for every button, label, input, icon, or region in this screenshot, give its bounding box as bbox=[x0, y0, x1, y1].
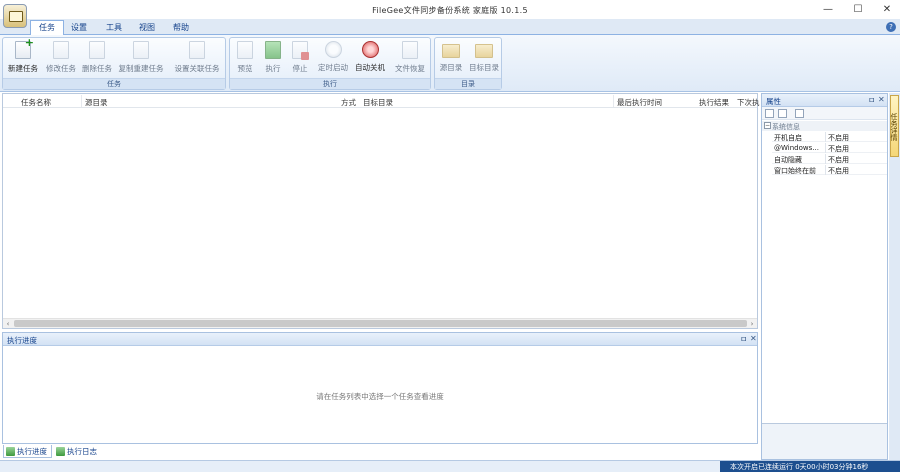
source-dir-button[interactable]: 源目录 bbox=[437, 41, 465, 79]
column-divider[interactable] bbox=[613, 95, 614, 107]
power-icon bbox=[361, 41, 379, 58]
property-row[interactable]: 开机自启 不启用 bbox=[772, 132, 887, 142]
stop-button[interactable]: 停止 bbox=[287, 41, 313, 79]
column-source-dir[interactable]: 源目录 bbox=[85, 97, 108, 108]
minimize-button[interactable]: — bbox=[815, 2, 841, 18]
tab-view[interactable]: 视图 bbox=[131, 21, 163, 35]
scroll-left-icon[interactable]: ‹ bbox=[3, 319, 13, 329]
column-task-name[interactable]: 任务名称 bbox=[21, 97, 51, 108]
preview-button[interactable]: 预览 bbox=[232, 41, 258, 79]
new-task-button[interactable]: 新建任务 bbox=[5, 36, 41, 79]
folder-icon bbox=[442, 44, 460, 58]
delete-task-icon bbox=[89, 41, 105, 59]
property-row[interactable]: 窗口始终在前 不启用 bbox=[772, 165, 887, 175]
play-icon bbox=[265, 41, 281, 59]
help-icon[interactable]: ? bbox=[886, 22, 896, 32]
progress-tab-icon bbox=[6, 447, 15, 456]
ribbon-group-execute: 预览 执行 停止 定时启动 自动关机 文件恢复 执行 bbox=[229, 37, 431, 90]
property-description bbox=[762, 423, 887, 459]
properties-title: 属性 bbox=[766, 97, 781, 106]
property-row[interactable]: 自动隐藏 不启用 bbox=[772, 154, 887, 164]
status-bar: 本次开启已连续运行 0天00小时03分钟16秒 bbox=[0, 460, 900, 472]
close-button[interactable]: ✕ bbox=[874, 2, 900, 18]
progress-hint: 请在任务列表中选择一个任务查看进度 bbox=[316, 392, 444, 401]
copy-task-button[interactable]: 复制重建任务 bbox=[115, 41, 167, 79]
column-next-run[interactable]: 下次执 bbox=[737, 97, 760, 108]
delete-task-button[interactable]: 删除任务 bbox=[79, 41, 115, 79]
file-restore-icon bbox=[402, 41, 418, 59]
properties-toolbar bbox=[762, 107, 887, 120]
folder-icon bbox=[475, 44, 493, 58]
tab-log[interactable]: 执行日志 bbox=[54, 445, 101, 458]
edit-task-icon bbox=[53, 41, 69, 59]
bottom-tab-bar: 执行进度 执行日志 bbox=[2, 445, 758, 459]
side-strip: 任务详情 bbox=[889, 93, 900, 460]
ribbon-group-task: 新建任务 修改任务 删除任务 复制重建任务 设置关联任务 任务 bbox=[2, 36, 226, 90]
preview-icon bbox=[237, 41, 253, 59]
target-dir-button[interactable]: 目标目录 bbox=[467, 41, 501, 79]
run-button[interactable]: 执行 bbox=[260, 41, 286, 79]
progress-pane-title: 执行进度 bbox=[7, 336, 37, 345]
tab-progress[interactable]: 执行进度 bbox=[3, 445, 52, 458]
maximize-button[interactable]: ☐ bbox=[845, 2, 871, 18]
property-category[interactable]: − 系统信息 bbox=[762, 121, 887, 131]
new-task-icon bbox=[15, 36, 34, 59]
ribbon-group-label: 任务 bbox=[3, 78, 225, 89]
side-tab-task-detail[interactable]: 任务详情 bbox=[890, 95, 899, 157]
uptime-status: 本次开启已连续运行 0天00小时03分钟16秒 bbox=[720, 461, 900, 472]
properties-panel: 属性 ㅁ ✕ − 系统信息 开机自启 不启用 @Windows... 不启用 自… bbox=[761, 93, 888, 460]
ribbon-tab-bar: 任务 设置 工具 视图 帮助 ? bbox=[0, 19, 900, 36]
property-row[interactable]: @Windows... 不启用 bbox=[772, 143, 887, 153]
alphabetical-icon[interactable] bbox=[778, 109, 787, 118]
schedule-start-button[interactable]: 定时启动 bbox=[315, 41, 351, 79]
tab-settings[interactable]: 设置 bbox=[63, 21, 95, 35]
column-mode[interactable]: 方式 bbox=[341, 97, 356, 108]
horizontal-scrollbar[interactable]: ‹ › bbox=[3, 318, 757, 328]
tab-help[interactable]: 帮助 bbox=[165, 21, 197, 35]
link-task-button[interactable]: 设置关联任务 bbox=[171, 41, 223, 79]
tab-tools[interactable]: 工具 bbox=[98, 21, 130, 35]
properties-header: 属性 ㅁ ✕ bbox=[762, 94, 887, 107]
tab-task[interactable]: 任务 bbox=[30, 20, 64, 36]
pin-icon[interactable]: ㅁ bbox=[740, 334, 747, 345]
categorized-icon[interactable] bbox=[765, 109, 774, 118]
clock-icon bbox=[324, 41, 342, 58]
ribbon-group-label: 目录 bbox=[435, 78, 501, 89]
auto-shutdown-button[interactable]: 自动关机 bbox=[352, 41, 388, 79]
ribbon-group-label: 执行 bbox=[230, 78, 430, 89]
close-pane-icon[interactable]: ✕ bbox=[878, 95, 885, 104]
edit-task-button[interactable]: 修改任务 bbox=[43, 41, 79, 79]
link-task-icon bbox=[189, 41, 205, 59]
copy-task-icon bbox=[133, 41, 149, 59]
column-divider[interactable] bbox=[81, 95, 82, 107]
log-tab-icon bbox=[56, 447, 65, 456]
progress-pane: 执行进度 ㅁ ✕ 请在任务列表中选择一个任务查看进度 bbox=[2, 332, 758, 444]
app-menu-icon[interactable] bbox=[3, 4, 27, 28]
progress-pane-header: 执行进度 ㅁ ✕ bbox=[3, 333, 757, 346]
pin-icon[interactable]: ㅁ bbox=[868, 95, 875, 106]
window-title: FileGee文件同步备份系统 家庭版 10.1.5 bbox=[372, 6, 528, 15]
stop-icon bbox=[292, 41, 309, 60]
ribbon-group-catalog: 源目录 目标目录 目录 bbox=[434, 37, 502, 90]
close-pane-icon[interactable]: ✕ bbox=[750, 334, 757, 343]
scrollbar-thumb[interactable] bbox=[14, 320, 747, 327]
task-list-header: 任务名称 源目录 方式 目标目录 最后执行时间 执行结果 下次执 bbox=[3, 94, 760, 108]
collapse-icon[interactable]: − bbox=[764, 122, 771, 129]
column-target-dir[interactable]: 目标目录 bbox=[363, 97, 393, 108]
ribbon: 新建任务 修改任务 删除任务 复制重建任务 设置关联任务 任务 预览 执行 bbox=[0, 35, 900, 92]
scroll-right-icon[interactable]: › bbox=[747, 319, 757, 329]
property-pages-icon[interactable] bbox=[795, 109, 804, 118]
file-restore-button[interactable]: 文件恢复 bbox=[392, 41, 428, 79]
task-list[interactable]: 任务名称 源目录 方式 目标目录 最后执行时间 执行结果 下次执 ‹ › bbox=[2, 93, 760, 329]
column-last-run[interactable]: 最后执行时间 bbox=[617, 97, 662, 108]
column-result[interactable]: 执行结果 bbox=[699, 97, 729, 108]
